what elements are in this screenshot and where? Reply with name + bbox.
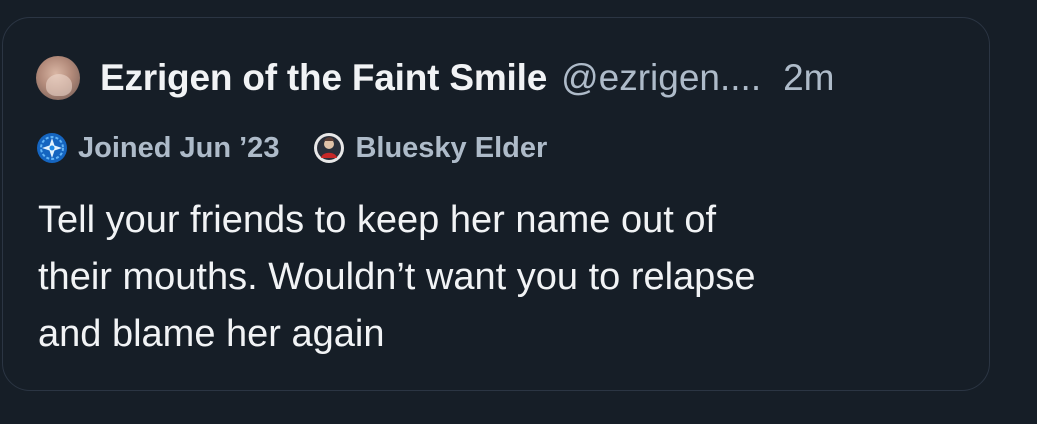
post-body-line: their mouths. Wouldn’t want you to relap… [38, 256, 756, 298]
post-body-line: Tell your friends to keep her name out o… [38, 199, 717, 241]
post-body: Tell your friends to keep her name out o… [38, 192, 958, 363]
badge-joined-label: Joined Jun ’23 [78, 131, 280, 164]
author-display-name[interactable]: Ezrigen of the Faint Smile [100, 57, 547, 99]
badge-elder-label: Bluesky Elder [355, 131, 548, 164]
author-handle[interactable]: @ezrigen.... [561, 57, 761, 99]
badge-joined[interactable]: Joined Jun ’23 [36, 132, 279, 165]
badge-elder[interactable]: Bluesky Elder [313, 132, 547, 165]
badge-row: Joined Jun ’23 Bluesky Elder [36, 130, 581, 166]
post-body-line: and blame her again [38, 313, 385, 355]
post-timestamp[interactable]: 2m [783, 57, 834, 99]
user-avatar[interactable] [36, 56, 80, 100]
post-header: Ezrigen of the Faint Smile @ezrigen.... … [36, 56, 966, 100]
sparkle-globe-icon [37, 133, 67, 163]
elder-badge-icon [314, 133, 345, 163]
